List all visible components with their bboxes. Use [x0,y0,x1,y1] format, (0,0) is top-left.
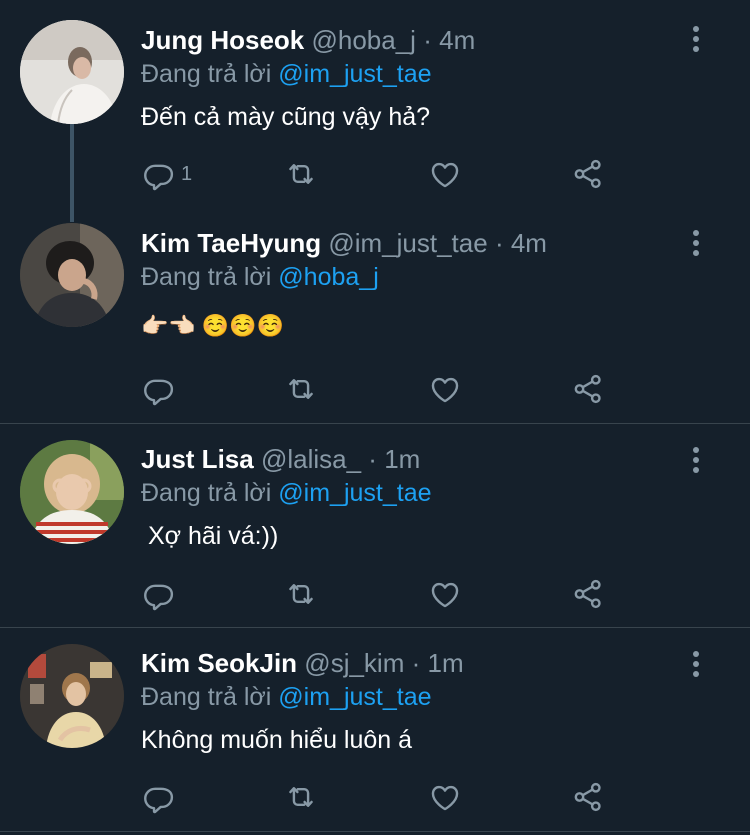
reply-button[interactable] [141,369,181,409]
share-icon [571,780,605,814]
user-handle[interactable]: @lalisa_ [261,444,361,474]
dot-separator: · [411,648,421,678]
like-button[interactable] [428,574,462,614]
reply-prefix: Đang trả lời [141,60,272,88]
heart-icon [428,780,462,814]
retweet-icon [284,157,318,191]
like-button[interactable] [428,777,462,817]
heart-icon [428,157,462,191]
more-options-icon[interactable] [683,228,709,258]
divider [0,627,750,628]
reply-button[interactable] [141,574,181,614]
retweet-button[interactable] [284,777,318,817]
share-button[interactable] [571,574,605,614]
user-handle[interactable]: @sj_kim [304,648,404,678]
avatar[interactable] [20,20,124,124]
reply-prefix: Đang trả lời [141,263,272,291]
avatar[interactable] [20,644,124,748]
reply-icon [141,780,175,814]
display-name[interactable]: Jung Hoseok [141,25,304,55]
reply-count: 1 [181,162,193,185]
retweet-button[interactable] [284,574,318,614]
timestamp[interactable]: 4m [511,228,547,258]
avatar[interactable] [20,223,124,327]
timestamp[interactable]: 1m [428,648,464,678]
display-name[interactable]: Kim TaeHyung [141,228,321,258]
share-icon [571,372,605,406]
retweet-icon [284,372,318,406]
reply-prefix: Đang trả lời [141,683,272,711]
timestamp[interactable]: 1m [384,444,420,474]
dot-separator: · [368,444,377,474]
reply-prefix: Đang trả lời [141,479,272,507]
share-icon [571,157,605,191]
more-options-icon[interactable] [683,445,709,475]
share-button[interactable] [571,154,605,194]
thread-connector [70,124,74,222]
divider [0,831,750,832]
reply-to-handle[interactable]: @hoba_j [278,263,378,291]
like-button[interactable] [428,369,462,409]
retweet-button[interactable] [284,369,318,409]
timestamp[interactable]: 4m [439,25,475,55]
more-options-icon[interactable] [683,24,709,54]
retweet-icon [284,577,318,611]
like-button[interactable] [428,154,462,194]
dot-separator: · [423,25,432,55]
tweet-text: Xợ hãi vá:)) [141,522,279,550]
reply-to-handle[interactable]: @im_just_tae [278,60,431,88]
heart-icon [428,372,462,406]
reply-icon [141,577,175,611]
tweet-text: 👉🏻👈🏻 ☺️☺️☺️ [141,313,285,338]
reply-button[interactable]: 1 [141,154,192,194]
tweet-text: Không muốn hiểu luôn á [141,726,413,754]
reply-to-handle[interactable]: @im_just_tae [278,683,431,711]
reply-to-handle[interactable]: @im_just_tae [278,479,431,507]
user-handle[interactable]: @im_just_tae [328,228,487,258]
retweet-icon [284,780,318,814]
reply-button[interactable] [141,777,181,817]
heart-icon [428,577,462,611]
reply-icon [141,372,175,406]
retweet-button[interactable] [284,154,318,194]
share-icon [571,577,605,611]
share-button[interactable] [571,369,605,409]
display-name[interactable]: Kim SeokJin [141,648,297,678]
user-handle[interactable]: @hoba_j [311,25,415,55]
dot-separator: · [494,228,504,258]
more-options-icon[interactable] [683,649,709,679]
tweet-text: Đến cả mày cũng vậy hả? [141,103,431,131]
display-name[interactable]: Just Lisa [141,444,254,474]
share-button[interactable] [571,777,605,817]
divider [0,423,750,424]
avatar[interactable] [20,440,124,544]
reply-icon [141,157,175,191]
